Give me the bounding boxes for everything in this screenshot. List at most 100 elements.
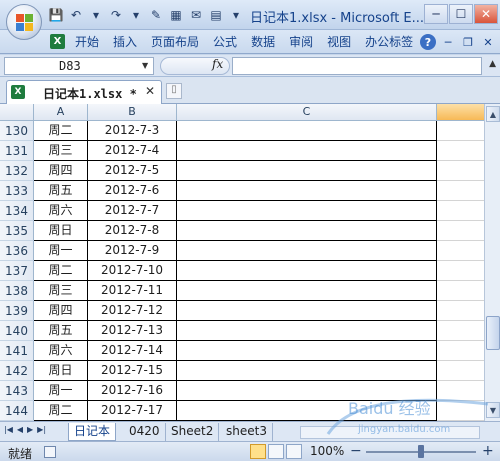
cell-date[interactable]: 2012-7-14	[88, 341, 177, 361]
cell-note[interactable]	[177, 141, 437, 161]
sheet-tab-sheet3[interactable]: sheet3	[221, 423, 273, 441]
cell-weekday[interactable]: 周五	[34, 321, 88, 341]
cell-d[interactable]	[437, 121, 484, 141]
customize-toolbar-icon[interactable]: ▾	[228, 7, 244, 22]
undo-icon[interactable]: ↶	[68, 7, 84, 22]
normal-view-icon[interactable]	[250, 444, 266, 459]
cell-note[interactable]	[177, 221, 437, 241]
spreadsheet-grid[interactable]: A B C 130 周二 2012-7-3 131 周三 2012-7-4 132 周四 201…	[0, 104, 484, 421]
cell-weekday[interactable]: 周五	[34, 181, 88, 201]
cell-date[interactable]: 2012-7-13	[88, 321, 177, 341]
tab-formulas[interactable]: 公式	[206, 34, 244, 52]
row-header[interactable]: 130	[0, 121, 34, 141]
row-header[interactable]: 141	[0, 341, 34, 361]
page-break-view-icon[interactable]	[286, 444, 302, 459]
first-sheet-icon[interactable]: |◀	[4, 425, 13, 434]
form-icon[interactable]: ▦	[168, 7, 184, 22]
dropdown-icon[interactable]: ▾	[128, 7, 144, 22]
save-icon[interactable]: 💾	[48, 7, 64, 22]
minimize-button[interactable]: ─	[424, 4, 448, 24]
sheet-tab-0420[interactable]: 0420	[124, 423, 166, 441]
row-header[interactable]: 144	[0, 401, 34, 421]
cell-date[interactable]: 2012-7-15	[88, 361, 177, 381]
row-header[interactable]: 139	[0, 301, 34, 321]
zoom-level[interactable]: 100%	[310, 444, 344, 458]
cell-date[interactable]: 2012-7-5	[88, 161, 177, 181]
cell-weekday[interactable]: 周三	[34, 141, 88, 161]
vertical-scrollbar[interactable]: ▲ ▼	[484, 104, 500, 421]
cell-weekday[interactable]: 周三	[34, 281, 88, 301]
column-header-a[interactable]: A	[34, 104, 88, 121]
row-header[interactable]: 134	[0, 201, 34, 221]
cell-date[interactable]: 2012-7-9	[88, 241, 177, 261]
scroll-thumb[interactable]	[486, 316, 500, 350]
cell-date[interactable]: 2012-7-6	[88, 181, 177, 201]
email-icon[interactable]: ✉	[188, 7, 204, 22]
cell-d[interactable]	[437, 341, 484, 361]
cell-weekday[interactable]: 周四	[34, 301, 88, 321]
tab-office-tab[interactable]: 办公标签	[358, 34, 420, 52]
column-header-d[interactable]	[437, 104, 484, 121]
column-header-c[interactable]: C	[177, 104, 437, 121]
page-layout-view-icon[interactable]	[268, 444, 284, 459]
cell-date[interactable]: 2012-7-3	[88, 121, 177, 141]
scroll-down-icon[interactable]: ▼	[486, 402, 500, 418]
ribbon-restore-icon[interactable]: ❐	[460, 34, 476, 50]
cell-date[interactable]: 2012-7-16	[88, 381, 177, 401]
cell-weekday[interactable]: 周二	[34, 401, 88, 421]
cell-note[interactable]	[177, 161, 437, 181]
cell-d[interactable]	[437, 201, 484, 221]
cell-weekday[interactable]: 周二	[34, 261, 88, 281]
expand-formula-bar-icon[interactable]: ▲	[489, 59, 496, 69]
cell-d[interactable]	[437, 221, 484, 241]
new-document-icon[interactable]: ▯	[166, 83, 182, 99]
maximize-button[interactable]: ☐	[449, 4, 473, 24]
document-tab[interactable]: X 日记本1.xlsx * ✕	[6, 80, 162, 104]
tab-review[interactable]: 审阅	[282, 34, 320, 52]
cell-d[interactable]	[437, 241, 484, 261]
tab-view[interactable]: 视图	[320, 34, 358, 52]
cell-date[interactable]: 2012-7-12	[88, 301, 177, 321]
cell-d[interactable]	[437, 401, 484, 421]
office-button[interactable]	[6, 4, 42, 40]
row-header[interactable]: 137	[0, 261, 34, 281]
cell-date[interactable]: 2012-7-11	[88, 281, 177, 301]
select-all-corner[interactable]	[0, 104, 34, 121]
cell-d[interactable]	[437, 301, 484, 321]
tab-page-layout[interactable]: 页面布局	[144, 34, 206, 52]
sheet-tab-diary[interactable]: 日记本	[68, 423, 117, 441]
help-icon[interactable]: ?	[420, 34, 436, 50]
cell-weekday[interactable]: 周日	[34, 361, 88, 381]
row-header[interactable]: 142	[0, 361, 34, 381]
cell-note[interactable]	[177, 201, 437, 221]
cell-note[interactable]	[177, 361, 437, 381]
tab-data[interactable]: 数据	[244, 34, 282, 52]
zoom-slider-thumb[interactable]	[418, 445, 424, 458]
row-header[interactable]: 135	[0, 221, 34, 241]
tab-home[interactable]: 开始	[68, 34, 106, 52]
cell-date[interactable]: 2012-7-4	[88, 141, 177, 161]
sheet-tab-sheet2[interactable]: Sheet2	[166, 423, 220, 441]
format-painter-icon[interactable]: ✎	[148, 7, 164, 22]
zoom-in-icon[interactable]: +	[482, 443, 494, 459]
cell-weekday[interactable]: 周一	[34, 381, 88, 401]
formula-input[interactable]	[232, 57, 482, 75]
row-header[interactable]: 131	[0, 141, 34, 161]
cell-note[interactable]	[177, 261, 437, 281]
cell-weekday[interactable]: 周一	[34, 241, 88, 261]
cell-note[interactable]	[177, 401, 437, 421]
row-header[interactable]: 136	[0, 241, 34, 261]
cell-date[interactable]: 2012-7-7	[88, 201, 177, 221]
next-sheet-icon[interactable]: ▶	[27, 425, 33, 434]
row-header[interactable]: 140	[0, 321, 34, 341]
cell-note[interactable]	[177, 301, 437, 321]
row-header[interactable]: 132	[0, 161, 34, 181]
cell-d[interactable]	[437, 141, 484, 161]
close-icon[interactable]: ✕	[145, 84, 155, 98]
name-box-dropdown-icon[interactable]: ▼	[142, 61, 148, 70]
cell-note[interactable]	[177, 341, 437, 361]
cell-note[interactable]	[177, 321, 437, 341]
zoom-out-icon[interactable]: −	[350, 443, 362, 459]
cell-d[interactable]	[437, 381, 484, 401]
ribbon-close-icon[interactable]: ✕	[480, 34, 496, 50]
